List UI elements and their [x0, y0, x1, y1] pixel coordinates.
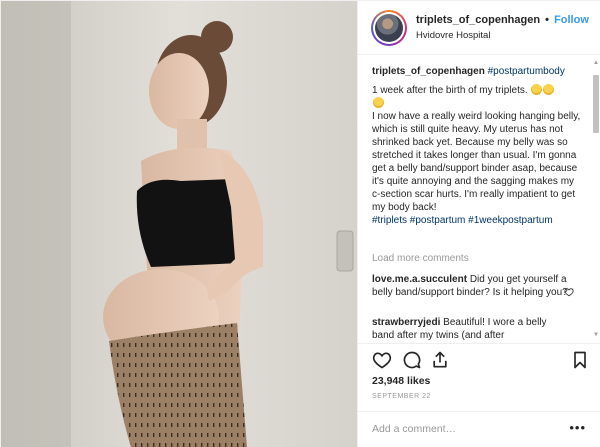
comment-like-heart-icon[interactable] — [564, 287, 574, 297]
caption: triplets_of_copenhagen #postpartumbody 1… — [372, 65, 584, 227]
crying-emoji-icon — [543, 84, 555, 95]
avatar-image — [373, 12, 405, 44]
add-comment-bar: Add a comment… ••• — [358, 411, 600, 447]
avatar-photo — [375, 14, 403, 42]
header-username[interactable]: triplets_of_copenhagen — [416, 14, 540, 26]
caption-emoji-row — [372, 97, 584, 110]
caption-username[interactable]: triplets_of_copenhagen — [372, 66, 485, 77]
caption-hashtag[interactable]: #postpartumbody — [488, 66, 565, 77]
header-separator: • — [545, 14, 549, 26]
scroll-thumb[interactable] — [593, 75, 599, 133]
load-more-comments-button[interactable]: Load more comments — [372, 253, 469, 264]
caption-body: I now have a really weird looking hangin… — [372, 111, 581, 213]
instagram-post: triplets_of_copenhagen • Follow Hvidovre… — [0, 0, 600, 447]
comment-username[interactable]: strawberryjedi — [372, 317, 440, 328]
likes-count[interactable]: 23,948 likes — [372, 375, 430, 387]
more-options-icon[interactable]: ••• — [569, 420, 586, 435]
comment-item: love.me.a.succulent Did you get yourself… — [372, 273, 568, 299]
action-bar — [358, 344, 600, 374]
add-comment-input[interactable]: Add a comment… — [372, 423, 456, 435]
post-photo[interactable] — [1, 1, 357, 447]
photo-illustration — [1, 1, 357, 447]
comment-bubble-icon[interactable] — [402, 350, 422, 370]
post-date: SEPTEMBER 22 — [372, 393, 431, 400]
scroll-down-arrow-icon[interactable]: ▼ — [592, 331, 600, 339]
header-username-row: triplets_of_copenhagen • Follow — [416, 14, 589, 26]
caption-hashtags[interactable]: #triplets #postpartum #1weekpostpartum — [372, 214, 584, 227]
bookmark-icon[interactable] — [570, 350, 590, 370]
location-link[interactable]: Hvidovre Hospital — [416, 30, 490, 41]
post-side-panel: triplets_of_copenhagen • Follow Hvidovre… — [357, 1, 600, 447]
caption-line1: 1 week after the birth of my triplets. — [372, 85, 528, 96]
comment-item: strawberryjedi Beautiful! I wore a belly… — [372, 316, 568, 342]
crying-emoji-icon — [373, 97, 384, 108]
like-heart-icon[interactable] — [372, 350, 392, 370]
share-arrow-icon[interactable] — [430, 350, 450, 370]
comments-area[interactable]: triplets_of_copenhagen #postpartumbody 1… — [358, 55, 600, 343]
crying-emoji-icon — [531, 84, 543, 95]
caption-header: triplets_of_copenhagen #postpartumbody — [372, 65, 584, 78]
follow-button[interactable]: Follow — [554, 14, 589, 26]
comment-username[interactable]: love.me.a.succulent — [372, 274, 467, 285]
avatar[interactable] — [371, 10, 407, 46]
comments-scrollbar[interactable]: ▲ ▼ — [592, 59, 600, 339]
post-header: triplets_of_copenhagen • Follow Hvidovre… — [358, 1, 600, 55]
scroll-up-arrow-icon[interactable]: ▲ — [592, 59, 600, 67]
caption-line1-row: 1 week after the birth of my triplets. — [372, 84, 584, 97]
